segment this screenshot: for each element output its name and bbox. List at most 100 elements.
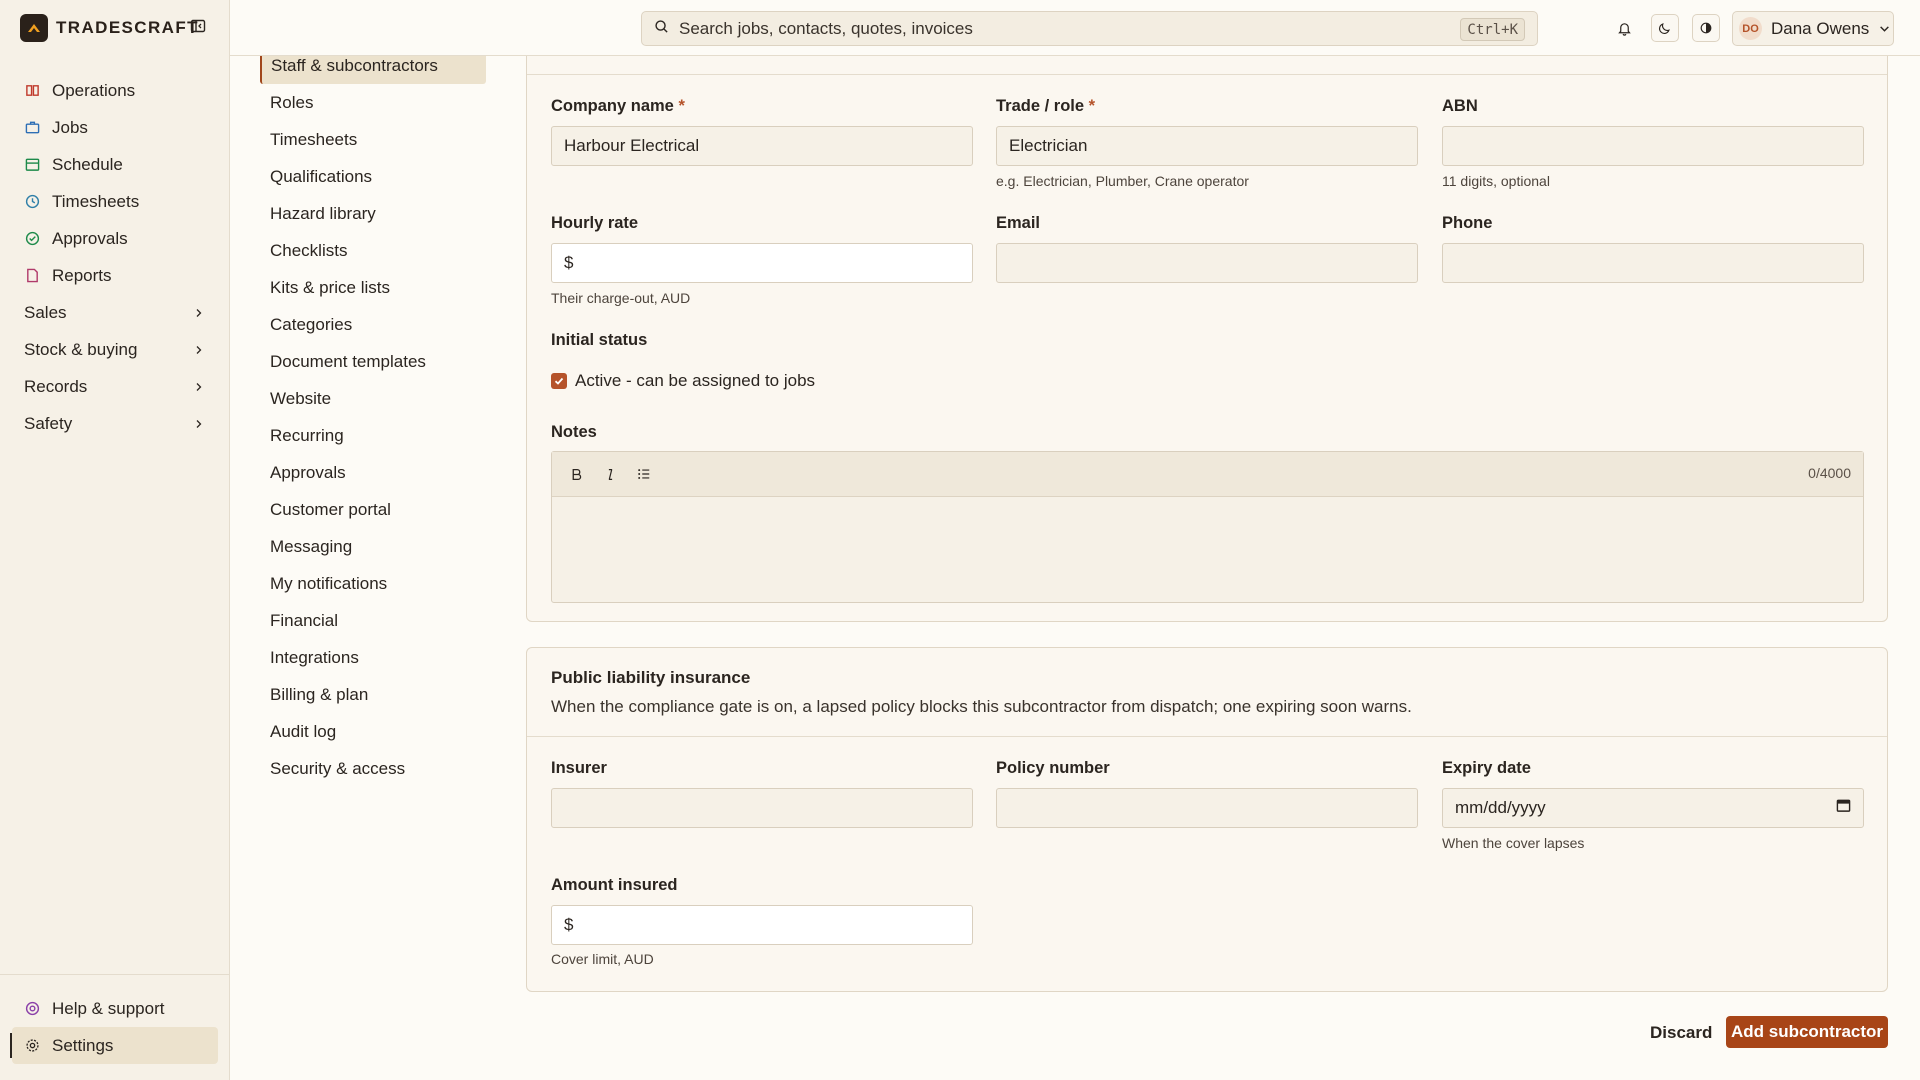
- sidebar-item-label: Help & support: [52, 998, 165, 1018]
- amount-insured-label: Amount insured: [551, 876, 678, 894]
- expiry-date-field[interactable]: mm/dd/yyyy: [1442, 788, 1864, 828]
- sidebar-group-safety[interactable]: Safety: [12, 405, 218, 442]
- sidebar-bottom-nav: Help & support Settings: [0, 974, 230, 1064]
- contrast-icon[interactable]: [1692, 14, 1720, 42]
- subnav-item-roles[interactable]: Roles: [260, 84, 486, 121]
- initial-status-label: Initial status: [551, 331, 648, 349]
- bulleted-list-icon[interactable]: [636, 466, 652, 482]
- collapse-sidebar-icon[interactable]: [190, 18, 208, 36]
- trade-role-field[interactable]: Electrician: [996, 126, 1418, 166]
- subnav-item-messaging[interactable]: Messaging: [260, 528, 486, 565]
- subnav-item-financial[interactable]: Financial: [260, 602, 486, 639]
- editor-toolbar: 0/4000: [552, 452, 1863, 497]
- insurance-description: When the compliance gate is on, a lapsed…: [551, 697, 1412, 716]
- dark-mode-moon-icon[interactable]: [1651, 14, 1679, 42]
- calendar-icon[interactable]: [1836, 798, 1851, 818]
- subnav-item-my-notifications[interactable]: My notifications: [260, 565, 486, 602]
- subnav-item-website[interactable]: Website: [260, 380, 486, 417]
- sidebar-item-settings[interactable]: Settings: [10, 1027, 218, 1064]
- insurer-field[interactable]: [551, 788, 973, 828]
- amount-insured-field[interactable]: $: [551, 905, 973, 945]
- hourly-rate-hint: Their charge-out, AUD: [551, 290, 691, 306]
- company-name-value: Harbour Electrical: [564, 136, 700, 155]
- sidebar-item-label: Operations: [52, 80, 136, 100]
- required-marker: *: [1088, 97, 1096, 115]
- company-name-label: Company name *: [551, 97, 685, 116]
- subnav-item-checklists[interactable]: Checklists: [260, 232, 486, 269]
- lifebuoy-icon: [24, 1001, 40, 1017]
- add-subcontractor-button[interactable]: Add subcontractor: [1726, 1016, 1888, 1048]
- subnav-item-timesheets[interactable]: Timesheets: [260, 121, 486, 158]
- search-icon: [654, 19, 669, 39]
- avatar: DO: [1739, 17, 1762, 40]
- sidebar-item-approvals[interactable]: Approvals: [12, 220, 218, 257]
- user-menu[interactable]: DO Dana Owens: [1732, 11, 1894, 46]
- subnav-item-qualifications[interactable]: Qualifications: [260, 158, 486, 195]
- sidebar-item-schedule[interactable]: Schedule: [12, 146, 218, 183]
- file-icon: [24, 268, 40, 284]
- subnav-item-document-templates[interactable]: Document templates: [260, 343, 486, 380]
- sidebar-item-label: Approvals: [52, 228, 128, 248]
- trade-role-hint: e.g. Electrician, Plumber, Crane operato…: [996, 173, 1249, 189]
- currency-prefix: $: [564, 253, 574, 272]
- sidebar-item-label: Schedule: [52, 154, 123, 174]
- subnav-item-recurring[interactable]: Recurring: [260, 417, 486, 454]
- notifications-bell-icon[interactable]: [1610, 14, 1638, 42]
- abn-label: ABN: [1442, 97, 1478, 115]
- primary-nav: Operations Jobs Schedule Timesheets Appr…: [12, 72, 218, 442]
- subnav-item-billing-plan[interactable]: Billing & plan: [260, 676, 486, 713]
- hourly-rate-field[interactable]: $: [551, 243, 973, 283]
- abn-hint: 11 digits, optional: [1442, 173, 1550, 189]
- required-marker: *: [678, 97, 685, 115]
- bold-icon[interactable]: [568, 466, 584, 482]
- subnav-item-integrations[interactable]: Integrations: [260, 639, 486, 676]
- subnav-item-customer-portal[interactable]: Customer portal: [260, 491, 486, 528]
- card-header-divider: [527, 74, 1887, 75]
- sidebar-item-jobs[interactable]: Jobs: [12, 109, 218, 146]
- sidebar-item-timesheets[interactable]: Timesheets: [12, 183, 218, 220]
- sidebar-group-label: Sales: [24, 302, 67, 322]
- subcontractor-details-card: Company name * Harbour Electrical Trade …: [526, 0, 1888, 622]
- brand-logo-icon: [20, 14, 48, 42]
- gear-icon: [24, 1038, 40, 1054]
- sidebar-item-help-support[interactable]: Help & support: [12, 990, 218, 1027]
- sidebar-item-reports[interactable]: Reports: [12, 257, 218, 294]
- sidebar-item-label: Reports: [52, 265, 112, 285]
- search-shortcut: Ctrl+K: [1460, 18, 1525, 41]
- card-header-divider: [527, 736, 1887, 737]
- subnav-item-security-access[interactable]: Security & access: [260, 750, 486, 787]
- active-checkbox[interactable]: [551, 373, 567, 389]
- notes-textarea[interactable]: [552, 497, 1863, 602]
- active-checkbox-label[interactable]: Active - can be assigned to jobs: [575, 371, 815, 391]
- subnav-item-audit-log[interactable]: Audit log: [260, 713, 486, 750]
- abn-field[interactable]: [1442, 126, 1864, 166]
- trade-role-label-text: Trade / role: [996, 97, 1085, 115]
- subnav-item-approvals[interactable]: Approvals: [260, 454, 486, 491]
- sidebar-group-sales[interactable]: Sales: [12, 294, 218, 331]
- sidebar-item-label: Jobs: [52, 117, 88, 137]
- sidebar-group-records[interactable]: Records: [12, 368, 218, 405]
- phone-label: Phone: [1442, 214, 1493, 232]
- subnav-item-hazard-library[interactable]: Hazard library: [260, 195, 486, 232]
- email-field[interactable]: [996, 243, 1418, 283]
- search-input[interactable]: Search jobs, contacts, quotes, invoices: [679, 19, 973, 39]
- brand[interactable]: TRADESCRAFT: [20, 14, 199, 42]
- company-name-field[interactable]: Harbour Electrical: [551, 126, 973, 166]
- global-search[interactable]: Search jobs, contacts, quotes, invoices …: [641, 11, 1538, 46]
- company-name-label-text: Company name: [551, 97, 674, 115]
- policy-number-field[interactable]: [996, 788, 1418, 828]
- hourly-rate-label: Hourly rate: [551, 214, 639, 232]
- sidebar-item-operations[interactable]: Operations: [12, 72, 218, 109]
- sidebar-group-stock-buying[interactable]: Stock & buying: [12, 331, 218, 368]
- subnav-item-kits-price-lists[interactable]: Kits & price lists: [260, 269, 486, 306]
- sidebar-item-label: Settings: [52, 1035, 114, 1055]
- italic-icon[interactable]: [602, 466, 618, 482]
- book-icon: [24, 83, 40, 99]
- discard-button[interactable]: Discard: [1640, 1018, 1722, 1048]
- sidebar-group-label: Safety: [24, 413, 73, 433]
- chevron-right-icon: [194, 377, 204, 397]
- chevron-right-icon: [194, 303, 204, 323]
- phone-field[interactable]: [1442, 243, 1864, 283]
- amount-insured-hint: Cover limit, AUD: [551, 951, 654, 967]
- subnav-item-categories[interactable]: Categories: [260, 306, 486, 343]
